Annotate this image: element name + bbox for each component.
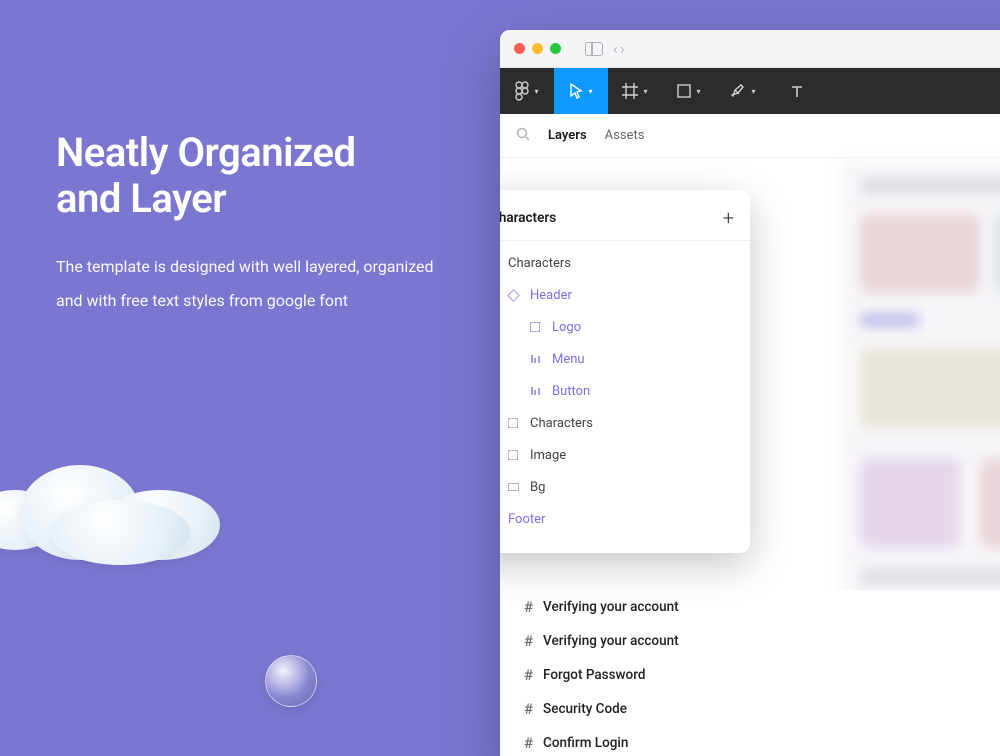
layer-node-label: Button [552, 384, 590, 399]
layer-node-label: Characters [508, 256, 571, 271]
frame-icon: # [524, 632, 533, 650]
frame-list: # Verifying your account # Verifying your … [500, 590, 1000, 756]
layer-node[interactable]: Header [500, 279, 746, 311]
layer-node-label: Logo [552, 320, 581, 335]
layer-node-label: Image [530, 448, 566, 463]
hero-subtitle: The template is designed with well layer… [56, 250, 436, 317]
frame-row[interactable]: # Verifying your account [500, 624, 1000, 658]
frame-icon: # [524, 700, 533, 718]
layer-node[interactable]: Characters [500, 247, 746, 279]
frame-row[interactable]: # Forgot Password [500, 658, 1000, 692]
frame-row-label: Security Code [543, 701, 627, 717]
layer-node-label: Footer [508, 512, 545, 527]
text-tool[interactable] [770, 68, 824, 114]
layer-node[interactable]: Characters [500, 407, 746, 439]
dashed-box-icon [506, 418, 520, 428]
frame-row[interactable]: # Security Code [500, 692, 1000, 726]
layer-node[interactable]: Footer [500, 503, 746, 535]
frame-icon: # [524, 734, 533, 752]
browser-toolbar: ‹ › [585, 39, 625, 58]
layer-node[interactable]: Button [500, 375, 746, 407]
figma-panel-tabs: Layers Assets UI Design ⌃ [500, 114, 1000, 158]
frame-row[interactable]: # Verifying your account [500, 590, 1000, 624]
maximize-icon[interactable] [550, 43, 561, 54]
frame-icon: # [524, 598, 533, 616]
tab-layers[interactable]: Layers [548, 128, 587, 143]
frame-row-label: Verifying your account [543, 599, 679, 615]
hero-copy: Neatly Organized and Layer The template … [56, 130, 436, 317]
layer-node[interactable]: Logo [500, 311, 746, 343]
minimize-icon[interactable] [532, 43, 543, 54]
diamond-icon [506, 291, 520, 300]
sidebar-toggle-icon[interactable] [585, 42, 603, 56]
hero-title-line2: and Layer [56, 175, 226, 222]
shape-tool[interactable]: ▾ [662, 68, 716, 114]
layer-node[interactable]: Bg [500, 471, 746, 503]
frame-icon: # [524, 666, 533, 684]
hero-title-line1: Neatly Organized [56, 129, 355, 176]
popover-title: Characters [500, 210, 556, 226]
frame-row-label: Confirm Login [543, 735, 628, 751]
frame-row-label: Forgot Password [543, 667, 645, 683]
hero-title: Neatly Organized and Layer [56, 130, 436, 222]
tab-assets[interactable]: Assets [605, 128, 645, 143]
popover-header: Characters + [500, 200, 750, 241]
frame-row-label: Verifying your account [543, 633, 679, 649]
forward-icon[interactable]: › [620, 39, 625, 58]
dashed-box-icon [506, 450, 520, 460]
close-icon[interactable] [514, 43, 525, 54]
figma-menu-button[interactable]: ▾ [500, 68, 554, 114]
layer-node-label: Bg [530, 480, 545, 495]
frame-tool[interactable]: ▾ [608, 68, 662, 114]
layer-tree: Characters Header Logo Menu Button Characters… [500, 241, 750, 541]
layer-node[interactable]: Image [500, 439, 746, 471]
search-icon[interactable] [516, 127, 530, 145]
figma-toolbar: ▾ ▾ ▾ ▾ ▾ [500, 68, 1000, 114]
browser-chrome: ‹ › [500, 30, 1000, 68]
add-icon[interactable]: + [723, 206, 734, 230]
layers-popover: Characters + Characters Header Logo Menu But… [500, 190, 750, 553]
dashed-box-icon [528, 322, 542, 332]
layer-node-label: Header [530, 288, 572, 303]
cloud-illustration [0, 450, 230, 560]
back-icon[interactable]: ‹ [613, 39, 618, 58]
pen-tool[interactable]: ▾ [716, 68, 770, 114]
layer-node-label: Characters [530, 416, 593, 431]
window-controls [514, 43, 561, 54]
bubble-illustration [265, 655, 317, 707]
promo-stage: Neatly Organized and Layer The template … [0, 0, 1000, 756]
bars-icon [528, 355, 542, 363]
solid-box-icon [506, 483, 520, 491]
browser-window: ‹ › ▾ ▾ [500, 30, 1000, 756]
frame-row[interactable]: # Confirm Login [500, 726, 1000, 756]
layer-node[interactable]: Menu [500, 343, 746, 375]
bars-icon [528, 387, 542, 395]
move-tool[interactable]: ▾ [554, 68, 608, 114]
layer-node-label: Menu [552, 352, 585, 367]
